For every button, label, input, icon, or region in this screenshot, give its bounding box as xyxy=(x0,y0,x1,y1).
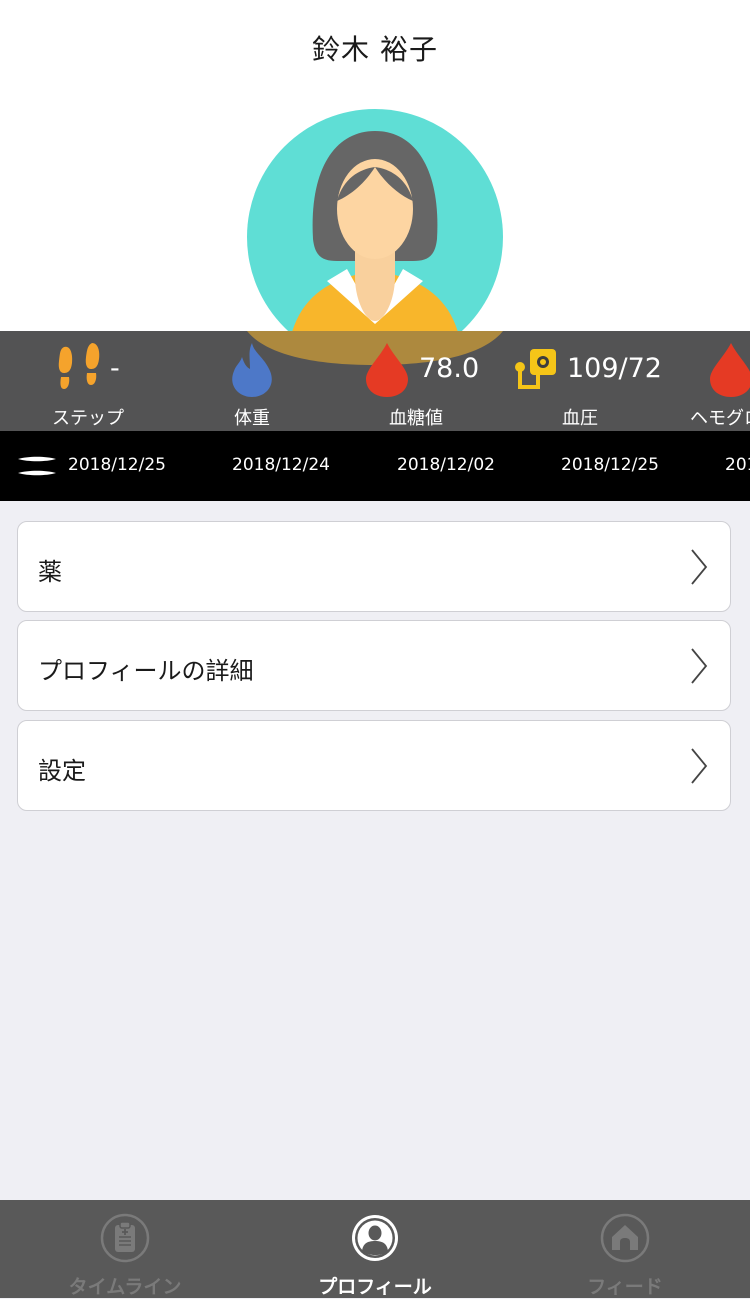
steps-value: - xyxy=(110,353,120,384)
tab-feed[interactable]: フィード xyxy=(500,1200,750,1298)
weight-label: 体重 xyxy=(234,408,270,429)
blood-pressure-label: 血圧 xyxy=(562,408,598,429)
menu-item-medicine[interactable]: 薬 xyxy=(17,521,731,612)
woman-avatar-icon xyxy=(247,109,503,331)
user-name: 鈴木 裕子 xyxy=(312,33,438,66)
date-glucose: 2018/12/02 xyxy=(397,455,495,475)
hemoglobin-label: ヘモグロ xyxy=(690,408,750,429)
chevron-right-icon xyxy=(691,648,708,684)
clipboard-icon xyxy=(100,1213,150,1263)
menu-item-label: プロフィールの詳細 xyxy=(38,657,254,685)
date-steps: 2018/12/25 xyxy=(68,455,166,475)
metric-hemoglobin[interactable]: ヘモグロ xyxy=(676,331,750,431)
date-blood-pressure: 2018/12/25 xyxy=(561,455,659,475)
steps-label: ステップ xyxy=(52,408,124,429)
glucose-value: 78.0 xyxy=(419,353,480,384)
flame-icon xyxy=(232,343,272,397)
metric-weight[interactable]: 体重 xyxy=(170,331,334,431)
metric-steps[interactable]: - ステップ xyxy=(6,331,170,431)
date-weight: 2018/12/24 xyxy=(232,455,330,475)
blood-pressure-value: 109/72 xyxy=(567,353,662,384)
tab-label: タイムライン xyxy=(68,1276,182,1298)
tab-bar: タイムライン プロフィール フィード xyxy=(0,1200,750,1298)
footsteps-icon xyxy=(58,343,100,389)
tab-timeline[interactable]: タイムライン xyxy=(0,1200,250,1298)
tab-label: フィード xyxy=(587,1276,663,1298)
menu-item-settings[interactable]: 設定 xyxy=(17,720,731,811)
chevron-right-icon xyxy=(691,748,708,784)
metric-blood-pressure[interactable]: 109/72 血圧 xyxy=(498,331,662,431)
menu-item-label: 設定 xyxy=(38,757,86,785)
menu-item-profile-details[interactable]: プロフィールの詳細 xyxy=(17,620,731,711)
date-hemoglobin: 2018/12/25 xyxy=(725,455,750,475)
metric-glucose[interactable]: 78.0 血糖値 xyxy=(334,331,498,431)
glucose-label: 血糖値 xyxy=(389,408,443,429)
blood-pressure-icon xyxy=(515,349,556,389)
tab-profile[interactable]: プロフィール xyxy=(250,1200,500,1298)
menu-item-label: 薬 xyxy=(38,558,62,586)
home-icon xyxy=(600,1213,650,1263)
health-metrics-bar[interactable]: - ステップ 体重 78.0 血糖値 109/72 血圧 ヘモグロ xyxy=(0,331,750,431)
hamburger-icon[interactable] xyxy=(18,456,56,476)
profile-header: 鈴木 裕子 xyxy=(0,0,750,331)
tab-label: プロフィール xyxy=(318,1276,432,1298)
blood-drop-icon xyxy=(366,343,408,397)
chevron-right-icon xyxy=(691,549,708,585)
blood-drop-icon xyxy=(710,343,750,397)
person-icon xyxy=(352,1215,398,1261)
